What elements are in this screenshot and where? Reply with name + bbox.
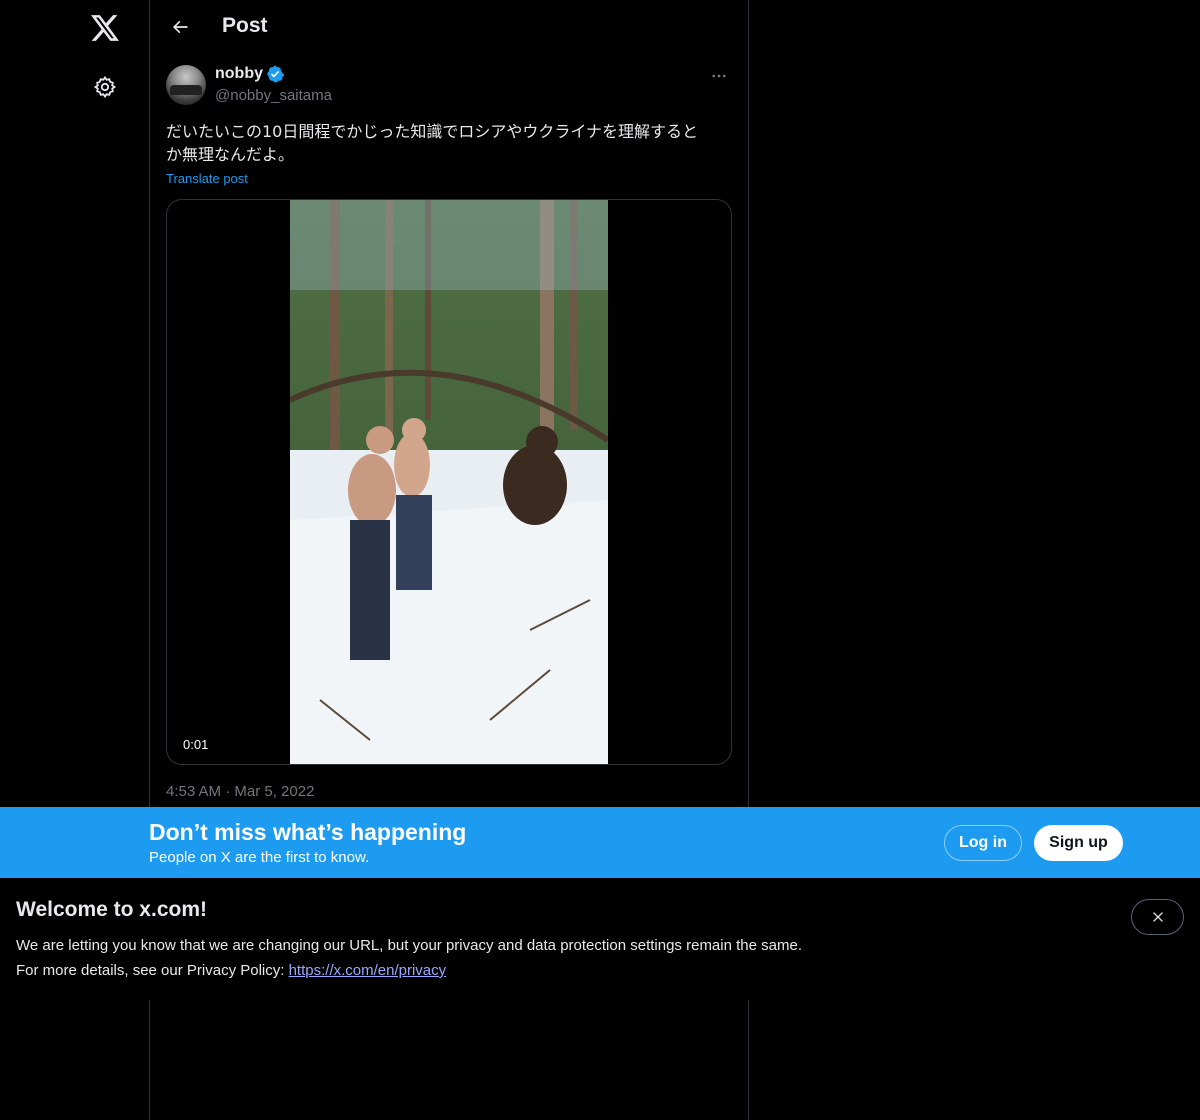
signup-banner: Don’t miss what’s happening People on X … — [0, 807, 1200, 878]
avatar[interactable] — [166, 65, 206, 105]
signup-button[interactable]: Sign up — [1034, 825, 1123, 861]
page-title: Post — [222, 14, 268, 37]
video-timecode: 0:01 — [177, 735, 215, 754]
post-text: だいたいこの10日間程でかじった知識でロシアやウクライナを理解すると か無理なん… — [166, 120, 734, 166]
privacy-policy-link[interactable]: https://x.com/en/privacy — [289, 962, 447, 979]
url-change-notice: Welcome to x.com! We are letting you kno… — [0, 878, 1200, 1000]
video-frame[interactable] — [290, 200, 608, 764]
author-name-row: nobby — [215, 65, 284, 83]
banner-subtitle: People on X are the first to know. — [149, 849, 370, 866]
page-header: Post — [150, 0, 748, 54]
translate-post-link[interactable]: Translate post — [166, 171, 248, 186]
post-text-line: か無理なんだよ。 — [166, 145, 295, 164]
video-player[interactable]: 0:01 — [166, 199, 732, 765]
notice-text: We are letting you know that we are chan… — [16, 937, 802, 954]
post-text-line: だいたいこの10日間程でかじった知識でロシアやウクライナを理解すると — [166, 122, 699, 141]
author-name[interactable]: nobby — [215, 65, 263, 83]
author-handle[interactable]: @nobby_saitama — [215, 87, 332, 104]
banner-title: Don’t miss what’s happening — [149, 819, 467, 845]
arrow-left-icon[interactable] — [162, 9, 198, 45]
gear-icon[interactable] — [86, 68, 124, 106]
more-horizontal-icon[interactable] — [704, 64, 734, 88]
notice-privacy-line: For more details, see our Privacy Policy… — [16, 962, 446, 979]
x-logo-icon[interactable] — [86, 9, 124, 47]
close-icon[interactable] — [1131, 899, 1184, 935]
app-root: Post nobby @nobby_saitama だいたいこの10日間程でかじ… — [0, 0, 1200, 1120]
notice-title: Welcome to x.com! — [16, 898, 207, 921]
verified-badge-icon[interactable] — [266, 65, 284, 83]
login-button[interactable]: Log in — [944, 825, 1022, 861]
notice-privacy-prefix: For more details, see our Privacy Policy… — [16, 962, 289, 979]
post-author: nobby @nobby_saitama — [166, 64, 734, 108]
post-timestamp[interactable]: 4:53 AM · Mar 5, 2022 — [166, 783, 314, 800]
